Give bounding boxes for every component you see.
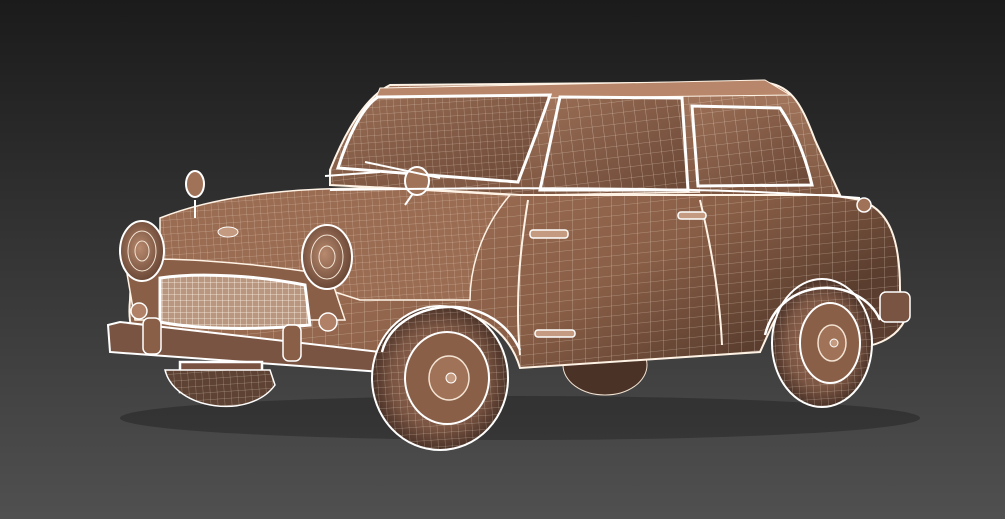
right-indicator-lamp <box>318 312 338 332</box>
grille <box>158 273 312 330</box>
front-side-window <box>538 95 690 192</box>
car-render <box>0 0 1005 519</box>
door-handle <box>677 211 707 220</box>
rear-near-wheel <box>771 278 873 408</box>
left-indicator-lamp <box>130 302 148 320</box>
sill-trim <box>534 329 576 338</box>
hood-badge <box>217 226 239 238</box>
fuel-cap <box>856 197 872 213</box>
render-viewport <box>0 0 1005 519</box>
front-near-wheel <box>371 305 509 451</box>
side-indicator <box>529 229 569 239</box>
rear-bumper <box>879 291 911 323</box>
windscreen <box>336 93 553 184</box>
left-headlamp <box>119 220 165 282</box>
right-headlamp <box>301 224 353 290</box>
